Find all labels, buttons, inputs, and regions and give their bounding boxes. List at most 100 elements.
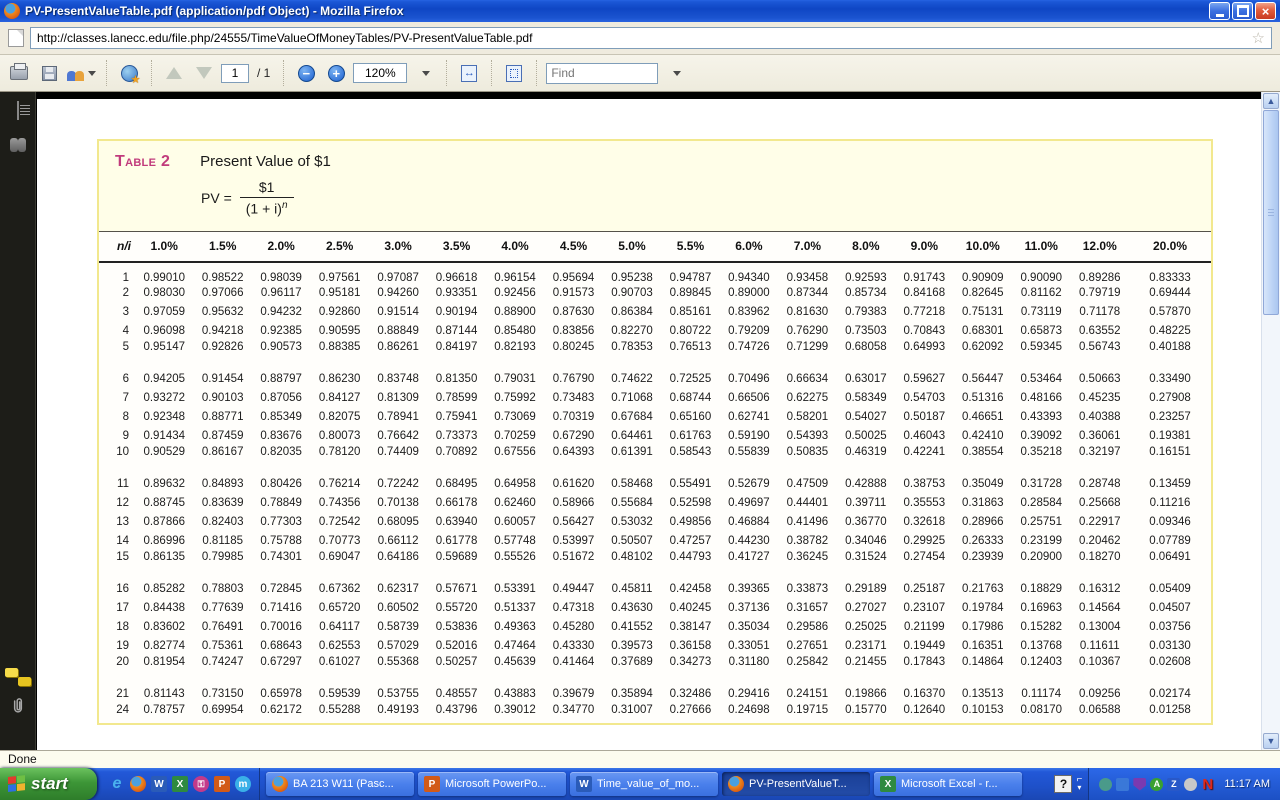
chevron-down-icon [88,71,96,76]
pv-factor-cell: 0.52016 [427,637,485,656]
taskbar-button[interactable]: PV-PresentValueT... [722,772,870,796]
pv-factor-cell: 0.74247 [193,656,251,685]
pv-factor-cell: 0.31180 [720,656,778,685]
pv-factor-cell: 0.79031 [486,370,544,389]
access-icon[interactable] [193,776,209,792]
scrollbar-thumb[interactable] [1263,110,1279,315]
pv-factor-cell: 0.73483 [544,389,602,408]
taskbar-button[interactable]: Microsoft PowerPo... [418,772,566,796]
help-icon[interactable]: ? [1054,775,1072,793]
previous-page-button[interactable] [161,59,187,87]
zoom-dropdown-button[interactable] [411,59,437,87]
pv-factor-cell: 0.84168 [895,284,953,303]
pv-factor-cell: 0.85480 [486,322,544,341]
pv-factor-cell: 0.49856 [661,513,719,532]
find-box[interactable] [546,63,658,84]
novell-tray-icon[interactable] [1201,778,1214,791]
pv-factor-cell: 0.70496 [720,370,778,389]
pv-factor-cell: 0.45639 [486,656,544,685]
shield-tray-icon[interactable] [1133,778,1146,791]
table-row: 80.923480.887710.853490.820750.789410.75… [99,408,1211,427]
firefox-icon [272,776,288,792]
pv-factor-cell: 0.18829 [1012,580,1070,599]
fit-page-button[interactable] [501,59,527,87]
pv-factor-cell: 0.44793 [661,551,719,580]
pv-factor-cell: 0.63552 [1071,322,1130,341]
page-number-input[interactable] [221,64,249,83]
print-button[interactable] [6,59,32,87]
taskbar-button[interactable]: Time_value_of_mo... [570,772,718,796]
pv-factor-cell: 0.77218 [895,303,953,322]
vertical-scrollbar[interactable]: ▲ ▼ [1261,92,1280,750]
web-convert-button[interactable] [116,59,142,87]
pv-factor-cell: 0.34273 [661,656,719,685]
zoom-out-icon: − [298,65,315,82]
pv-factor-cell: 0.38554 [954,446,1012,475]
pv-factor-cell: 0.42888 [837,475,895,494]
pv-factor-cell: 0.69047 [310,551,368,580]
firefox-icon[interactable] [130,776,146,792]
table-row: 160.852820.788030.728450.673620.623170.5… [99,580,1211,599]
pv-factor-cell: 0.72542 [310,513,368,532]
pv-factor-cell: 0.93351 [427,284,485,303]
update-tray-icon[interactable] [1099,778,1112,791]
scroll-up-button[interactable]: ▲ [1263,93,1279,109]
pv-factor-cell: 0.48557 [427,685,485,704]
pv-factor-cell: 0.91454 [193,370,251,389]
restore-button[interactable] [1232,2,1253,20]
toolbar-chevron-icon[interactable]: ⌐▾ [1076,776,1082,792]
antivirus-tray-icon[interactable] [1150,778,1163,791]
zoom-out-button[interactable]: − [293,59,319,87]
taskbar-button[interactable]: Microsoft Excel - r... [874,772,1022,796]
zoom-level-select[interactable]: 120% [353,63,407,83]
pv-factor-cell: 0.32197 [1071,446,1130,475]
pv-factor-cell: 0.13513 [954,685,1012,704]
pv-factor-cell: 0.10153 [954,704,1012,723]
msn-icon[interactable] [235,776,251,792]
pages-panel-button[interactable] [17,102,19,120]
iexplore-icon[interactable]: e [109,776,125,792]
fit-width-button[interactable]: ↔ [456,59,482,87]
find-input[interactable] [551,66,653,80]
find-dropdown-button[interactable] [662,59,688,87]
pv-factor-cell: 0.67362 [310,580,368,599]
pv-factor-cell: 0.46319 [837,446,895,475]
pv-factor-cell: 0.48102 [603,551,661,580]
taskbar: start e BA 213 W11 (Pasc...Microsoft Pow… [0,768,1280,800]
pv-factor-cell: 0.19784 [954,599,1012,618]
pv-factor-cell: 0.81309 [369,389,427,408]
pv-factor-cell: 0.80722 [661,322,719,341]
scroll-down-button[interactable]: ▼ [1263,733,1279,749]
pv-factor-cell: 0.38782 [778,532,836,551]
attachments-panel-button[interactable] [8,695,28,722]
start-button[interactable]: start [0,768,97,800]
pv-factor-cell: 0.88745 [135,494,193,513]
save-button[interactable] [36,59,62,87]
pv-factor-cell: 0.31657 [778,599,836,618]
word-icon[interactable] [151,776,167,792]
taskbar-button-label: PV-PresentValueT... [749,778,847,790]
network-tray-icon[interactable] [1116,778,1129,791]
zonealarm-tray-icon[interactable] [1167,778,1180,791]
excel-icon[interactable] [172,776,188,792]
minimize-button[interactable] [1209,2,1230,20]
pv-factor-cell: 0.40245 [661,599,719,618]
zoom-in-button[interactable]: + [323,59,349,87]
powerpoint-icon[interactable] [214,776,230,792]
volume-tray-icon[interactable] [1184,778,1197,791]
window-title: PV-PresentValueTable.pdf (application/pd… [25,4,1209,18]
email-button[interactable] [66,59,97,87]
close-button[interactable]: × [1255,2,1276,20]
rate-column-header: 2.5% [310,232,368,262]
pv-factor-cell: 0.44230 [720,532,778,551]
pv-factor-cell: 0.42241 [895,446,953,475]
address-input[interactable]: http://classes.lanecc.edu/file.php/24555… [30,27,1272,49]
pv-factor-cell: 0.51672 [544,551,602,580]
title-bar: PV-PresentValueTable.pdf (application/pd… [0,0,1280,22]
taskbar-button[interactable]: BA 213 W11 (Pasc... [266,772,414,796]
pv-factor-cell: 0.79383 [837,303,895,322]
next-page-button[interactable] [191,59,217,87]
pv-factor-cell: 0.23171 [837,637,895,656]
pv-factor-cell: 0.28966 [954,513,1012,532]
bookmark-star-icon[interactable]: ☆ [1252,29,1265,47]
